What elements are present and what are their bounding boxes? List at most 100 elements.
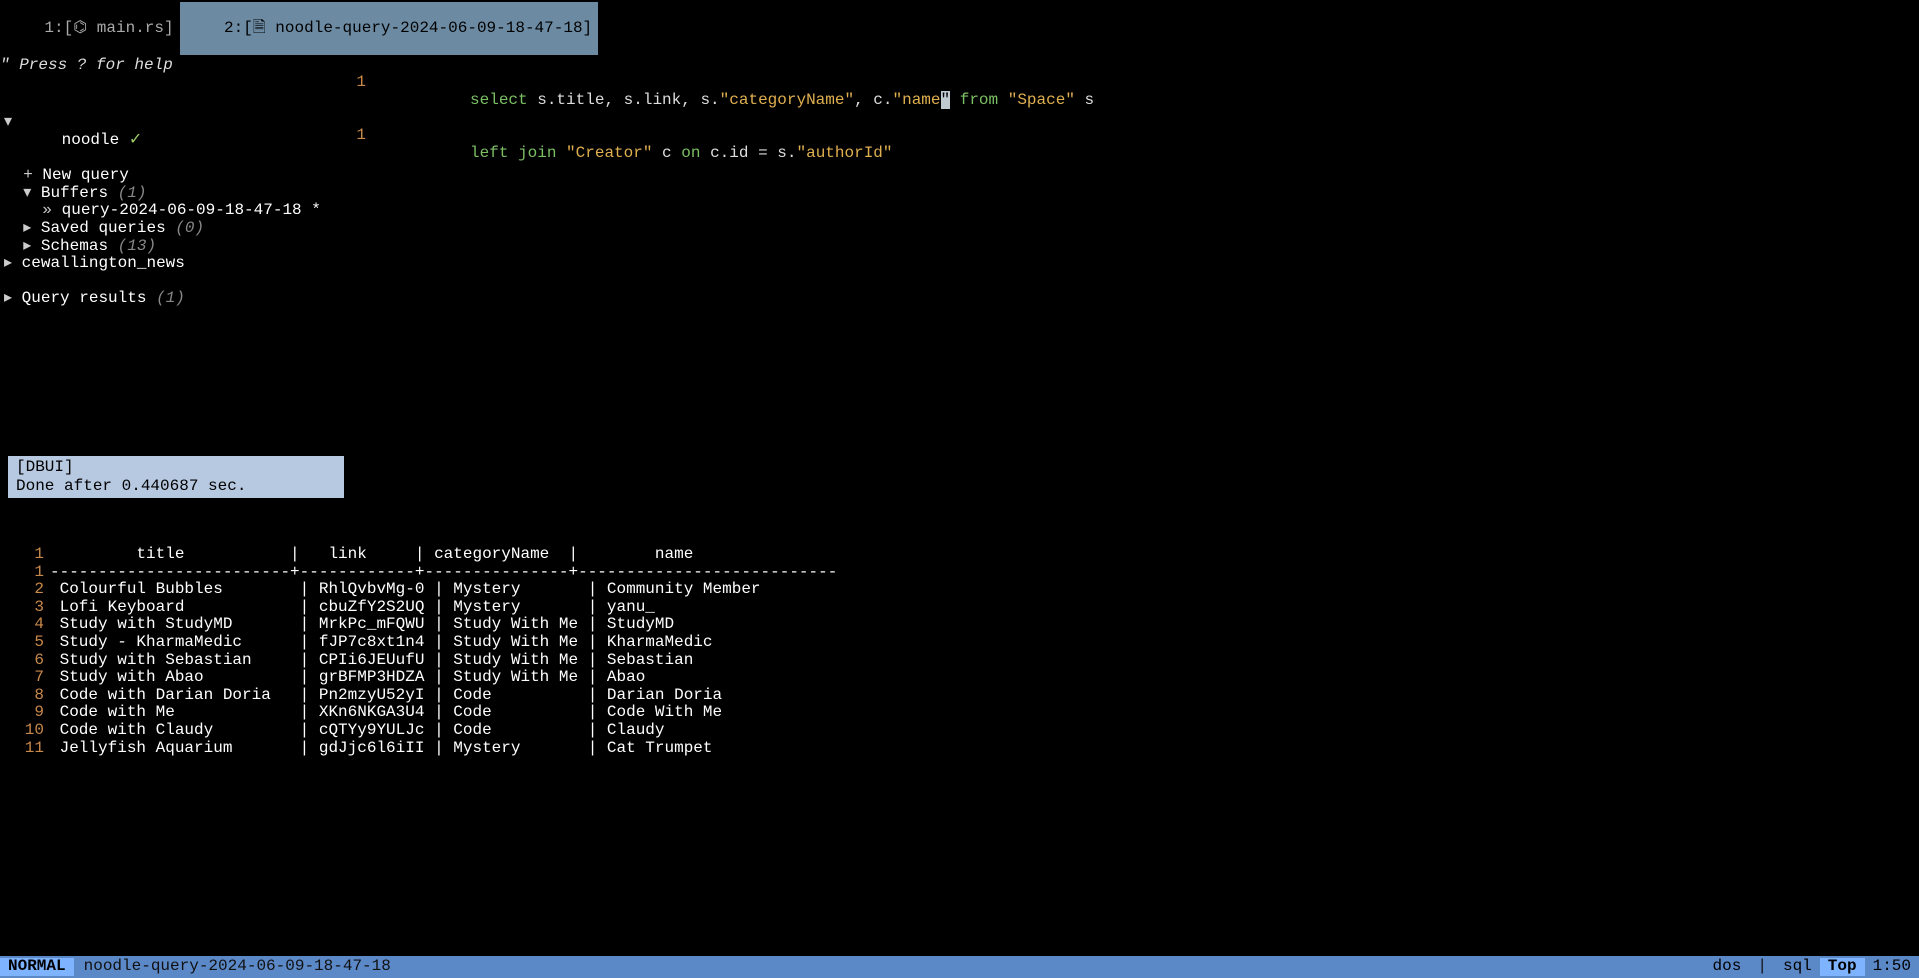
tab2-name: noodle-query-2024-06-09-18-47-18] xyxy=(266,19,592,37)
table-row[interactable]: 2 Colourful Bubbles | RhlQvbvMg-0 | Myst… xyxy=(0,581,760,599)
l1-mid2: , c. xyxy=(854,91,892,109)
notify-tag: [DBUI] xyxy=(16,458,336,477)
row-gutter: 10 xyxy=(0,722,50,740)
gutter-1: 1 xyxy=(330,74,374,127)
sidebar: noodle ✓ New query Buffers (1) query-202… xyxy=(0,74,330,978)
rust-icon: [⌬ xyxy=(64,19,88,37)
sep-icon: | xyxy=(1749,958,1775,976)
row-content: Study with StudyMD | MrkPc_mFQWU | Study… xyxy=(50,616,674,634)
query-results-node[interactable]: Query results (1) xyxy=(0,290,330,308)
l1-mid: s.title, s.link, s. xyxy=(528,91,720,109)
l1-str1: "categoryName" xyxy=(720,91,854,109)
schemas-count: (13) xyxy=(118,237,156,255)
editor-line-2[interactable]: 1 left join "Creator" c on c.id = s."aut… xyxy=(330,127,1919,180)
tab1-name: main.rs] xyxy=(87,19,173,37)
tab-main-rs[interactable]: 1:[⌬ main.rs] xyxy=(0,2,180,55)
row-content: Lofi Keyboard | cbuZfY2S2UQ | Mystery | … xyxy=(50,599,655,617)
status-colrow: 1:50 xyxy=(1865,958,1919,976)
status-file: noodle-query-2024-06-09-18-47-18 xyxy=(74,958,401,976)
gutter-2: 1 xyxy=(330,127,374,180)
spacer xyxy=(0,273,330,291)
table-row[interactable]: 8 Code with Darian Doria | Pn2mzyU52yI |… xyxy=(0,687,760,705)
row-content: Study with Sebastian | CPIi6JEUufU | Stu… xyxy=(50,652,693,670)
status-position: Top xyxy=(1820,958,1865,976)
check-icon: ✓ xyxy=(129,131,142,149)
editor-pane[interactable]: 1 select s.title, s.link, s."categoryNam… xyxy=(330,74,1919,978)
connection-noodle[interactable]: noodle ✓ xyxy=(0,114,330,167)
l1-end: s xyxy=(1075,91,1094,109)
table-row[interactable]: 9 Code with Me | XKn6NKGA3U4 | Code | Co… xyxy=(0,704,760,722)
table-row[interactable]: 6 Study with Sebastian | CPIi6JEUufU | S… xyxy=(0,652,760,670)
l2-b: c xyxy=(652,144,681,162)
kw-from: from xyxy=(950,91,1008,109)
new-query[interactable]: New query xyxy=(0,167,330,185)
l2-str1: "Creator" xyxy=(566,144,652,162)
new-query-label: New query xyxy=(42,166,128,184)
table-row[interactable]: 4 Study with StudyMD | MrkPc_mFQWU | Stu… xyxy=(0,616,760,634)
l2-c: c.id = s. xyxy=(700,144,796,162)
connection-cewallington[interactable]: cewallington_news xyxy=(0,255,330,273)
row-gutter: 4 xyxy=(0,616,50,634)
row-gutter: 11 xyxy=(0,740,50,758)
table-row[interactable]: 5 Study - KharmaMedic | fJP7c8xt1n4 | St… xyxy=(0,634,760,652)
schemas-label: Schemas xyxy=(41,237,118,255)
table-header: title | link | categoryName | name xyxy=(50,546,693,564)
status-encoding: dos xyxy=(1705,958,1750,976)
table-sep-row: 1 -------------------------+------------… xyxy=(0,564,760,582)
row-gutter: 3 xyxy=(0,599,50,617)
row-content: Jellyfish Aquarium | gdJjc6l6iII | Myste… xyxy=(50,740,713,758)
l1-str2a: "name xyxy=(892,91,940,109)
kw-select: select xyxy=(470,91,528,109)
status-mode: NORMAL xyxy=(0,958,74,976)
notify-msg: Done after 0.440687 sec. xyxy=(16,477,336,496)
tab-bar: 1:[⌬ main.rs] 2:[🗎 noodle-query-2024-06-… xyxy=(0,0,1919,57)
row-gutter: 9 xyxy=(0,704,50,722)
tab-noodle-query[interactable]: 2:[🗎 noodle-query-2024-06-09-18-47-18] xyxy=(180,2,599,55)
row-gutter: 6 xyxy=(0,652,50,670)
row-gutter: 7 xyxy=(0,669,50,687)
l1-str3: "Space" xyxy=(1008,91,1075,109)
conn-label: noodle xyxy=(62,131,129,149)
row-gutter: 8 xyxy=(0,687,50,705)
schemas-node[interactable]: Schemas (13) xyxy=(0,238,330,256)
status-bar: NORMAL noodle-query-2024-06-09-18-47-18 … xyxy=(0,956,1919,978)
row-content: Colourful Bubbles | RhlQvbvMg-0 | Myster… xyxy=(50,581,761,599)
row-content: Code with Darian Doria | Pn2mzyU52yI | C… xyxy=(50,687,722,705)
table-header-row: 1 title | link | categoryName | name xyxy=(0,546,760,564)
results-pane[interactable]: 1 title | link | categoryName | name 1 -… xyxy=(0,546,760,757)
results-count: (1) xyxy=(156,289,185,307)
buffers-node[interactable]: Buffers (1) xyxy=(0,185,330,203)
results-label: Query results xyxy=(22,289,156,307)
help-hint: " Press ? for help xyxy=(0,57,1919,75)
table-row[interactable]: 10 Code with Claudy | cQTYy9YULJc | Code… xyxy=(0,722,760,740)
row-gutter: 2 xyxy=(0,581,50,599)
buffer-item-label: query-2024-06-09-18-47-18 * xyxy=(62,201,321,219)
row-content: Study - KharmaMedic | fJP7c8xt1n4 | Stud… xyxy=(50,634,713,652)
row-gutter: 5 xyxy=(0,634,50,652)
dbui-notification: [DBUI] Done after 0.440687 sec. xyxy=(8,456,344,498)
cursor: " xyxy=(941,91,951,109)
file-icon: 🗎 xyxy=(253,19,266,37)
kw-on: on xyxy=(681,144,700,162)
db2-label: cewallington_news xyxy=(22,254,185,272)
tab2-prefix: 2:[ xyxy=(224,19,253,37)
buffer-item[interactable]: query-2024-06-09-18-47-18 * xyxy=(0,202,330,220)
table-row[interactable]: 7 Study with Abao | grBFMP3HDZA | Study … xyxy=(0,669,760,687)
row-content: Code with Claudy | cQTYy9YULJc | Code | … xyxy=(50,722,665,740)
tab1-prefix: 1: xyxy=(44,19,63,37)
editor-line-1[interactable]: 1 select s.title, s.link, s."categoryNam… xyxy=(330,74,1919,127)
kw-leftjoin: left join xyxy=(470,144,566,162)
saved-count: (0) xyxy=(175,219,204,237)
l2-str2: "authorId" xyxy=(796,144,892,162)
row-content: Study with Abao | grBFMP3HDZA | Study Wi… xyxy=(50,669,645,687)
status-filetype: sql xyxy=(1775,958,1820,976)
table-row[interactable]: 3 Lofi Keyboard | cbuZfY2S2UQ | Mystery … xyxy=(0,599,760,617)
table-sep: -------------------------+------------+-… xyxy=(50,564,837,582)
row-content: Code with Me | XKn6NKGA3U4 | Code | Code… xyxy=(50,704,722,722)
table-row[interactable]: 11 Jellyfish Aquarium | gdJjc6l6iII | My… xyxy=(0,740,760,758)
saved-label: Saved queries xyxy=(41,219,175,237)
buffers-label: Buffers xyxy=(41,184,118,202)
saved-queries-node[interactable]: Saved queries (0) xyxy=(0,220,330,238)
buffers-count: (1) xyxy=(118,184,147,202)
rgutter-h: 1 xyxy=(0,546,50,564)
